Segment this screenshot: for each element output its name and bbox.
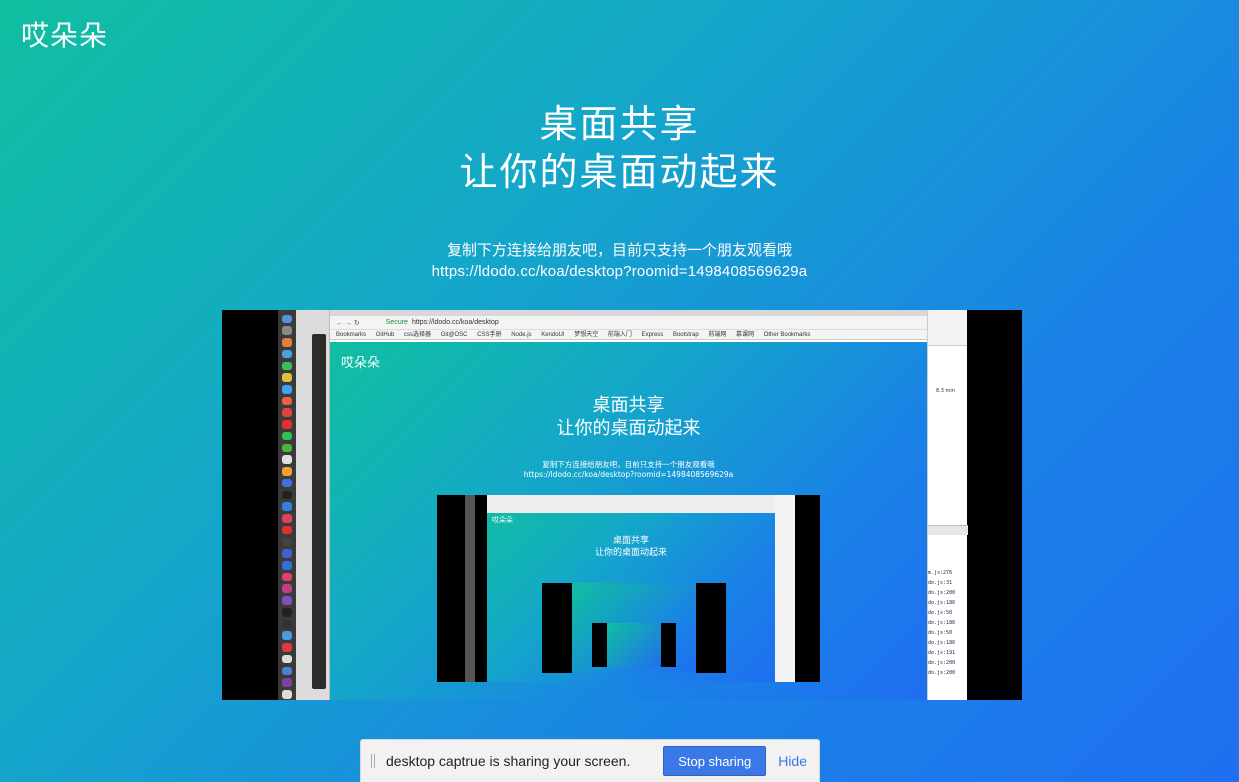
log-line: do.js:200	[928, 660, 956, 666]
finder-panel	[296, 310, 330, 700]
bookmark-item: Other Bookmarks	[763, 332, 811, 338]
log-line: do.js:186	[928, 600, 956, 606]
bookmark-item: CSS手册	[477, 332, 502, 338]
nested-logo: 哎朵朵	[341, 356, 381, 371]
bookmark-item: Express	[641, 332, 664, 338]
share-info: 复制下方连接给朋友吧，目前只支持一个朋友观看哦 https://ldodo.cc…	[0, 240, 1239, 282]
bookmark-item: css选择器	[404, 332, 432, 338]
drag-handle-icon[interactable]	[371, 754, 375, 768]
dock	[278, 310, 296, 700]
log-line: do.js:50	[928, 610, 953, 616]
screen-sharing-bar: desktop captrue is sharing your screen. …	[360, 739, 820, 782]
share-url[interactable]: https://ldodo.cc/koa/desktop?roomid=1498…	[0, 261, 1239, 282]
browser-window: ← → ↻ Secure https://ldodo.cc/koa/deskto…	[330, 310, 951, 700]
bookmark-item: 慕课网	[736, 332, 755, 338]
log-line: m.js:276	[928, 570, 953, 576]
hero-title: 桌面共享	[539, 102, 700, 146]
bookmark-item: 前端入门	[607, 332, 632, 338]
log-line: do.js:191	[928, 650, 956, 656]
hero-subtitle: 让你的桌面动起来	[459, 150, 780, 194]
log-line: do.js:186	[928, 620, 956, 626]
stop-sharing-button[interactable]: Stop sharing	[663, 746, 767, 776]
devtools-panel: 8.3 min m.js:276 do.js:31 do.js:200 do.j…	[927, 310, 968, 700]
devtools-size: 8.3 min	[936, 388, 955, 394]
address-url: https://ldodo.cc/koa/desktop	[411, 319, 499, 326]
nested2-hero: 桌面共享 让你的桌面动起来	[487, 535, 775, 559]
bookmarks-bar: Bookmarks GitHub css选择器 Git@OSC CSS手册 No…	[330, 330, 927, 340]
nested2-subtitle: 让你的桌面动起来	[594, 548, 667, 558]
nested2-logo: 哎朵朵	[492, 516, 513, 524]
log-line: do.js:200	[928, 590, 956, 596]
secure-label: Secure	[385, 319, 408, 326]
bookmark-item: KendoUI	[541, 332, 565, 338]
bookmark-item: Node.js	[511, 332, 532, 338]
bookmark-item: 梦想天空	[574, 332, 599, 338]
log-line: do.js:50	[928, 630, 953, 636]
log-line: do.js:186	[928, 640, 956, 646]
nested-url: https://ldodo.cc/koa/desktop?roomid=1498…	[523, 470, 734, 479]
bookmark-item: Bootstrap	[672, 332, 699, 338]
log-line: do.js:200	[928, 670, 956, 676]
nested-screen-preview: 哎朵朵 桌面共享 让你的桌面动起来	[437, 495, 820, 682]
hero-heading: 桌面共享 让你的桌面动起来	[0, 100, 1239, 196]
share-instruction: 复制下方连接给朋友吧，目前只支持一个朋友观看哦	[446, 241, 792, 259]
log-line: do.js:31	[928, 580, 953, 586]
bookmark-item: Bookmarks	[336, 332, 367, 338]
hide-button[interactable]: Hide	[778, 753, 807, 769]
bookmark-item: Git@OSC	[440, 332, 468, 338]
sharing-message: desktop captrue is sharing your screen.	[386, 753, 631, 769]
nested-share: 复制下方连接给朋友吧，目前只支持一个朋友观看哦 https://ldodo.cc…	[330, 460, 927, 480]
bookmark-item: GitHub	[375, 332, 395, 338]
bookmark-item: 前端网	[708, 332, 727, 338]
devtools-log: m.js:276 do.js:31 do.js:200 do.js:186 do…	[928, 568, 955, 678]
nested-hero: 桌面共享 让你的桌面动起来	[330, 394, 927, 440]
nested2-title: 桌面共享	[612, 536, 649, 546]
nested-hero-subtitle: 让你的桌面动起来	[556, 418, 701, 439]
nested-instruction: 复制下方连接给朋友吧，目前只支持一个朋友观看哦	[542, 460, 715, 469]
address-bar: ← → ↻ Secure https://ldodo.cc/koa/deskto…	[330, 316, 927, 330]
nested-page: 哎朵朵 桌面共享 让你的桌面动起来 复制下方连接给朋友吧，目前只支持一个朋友观看…	[330, 342, 927, 700]
app-logo: 哎朵朵	[21, 19, 109, 52]
screen-share-preview: ← → ↻ Secure https://ldodo.cc/koa/deskto…	[222, 310, 1022, 700]
nested-hero-title: 桌面共享	[592, 395, 665, 416]
nav-arrows-icon: ← → ↻	[336, 319, 360, 327]
